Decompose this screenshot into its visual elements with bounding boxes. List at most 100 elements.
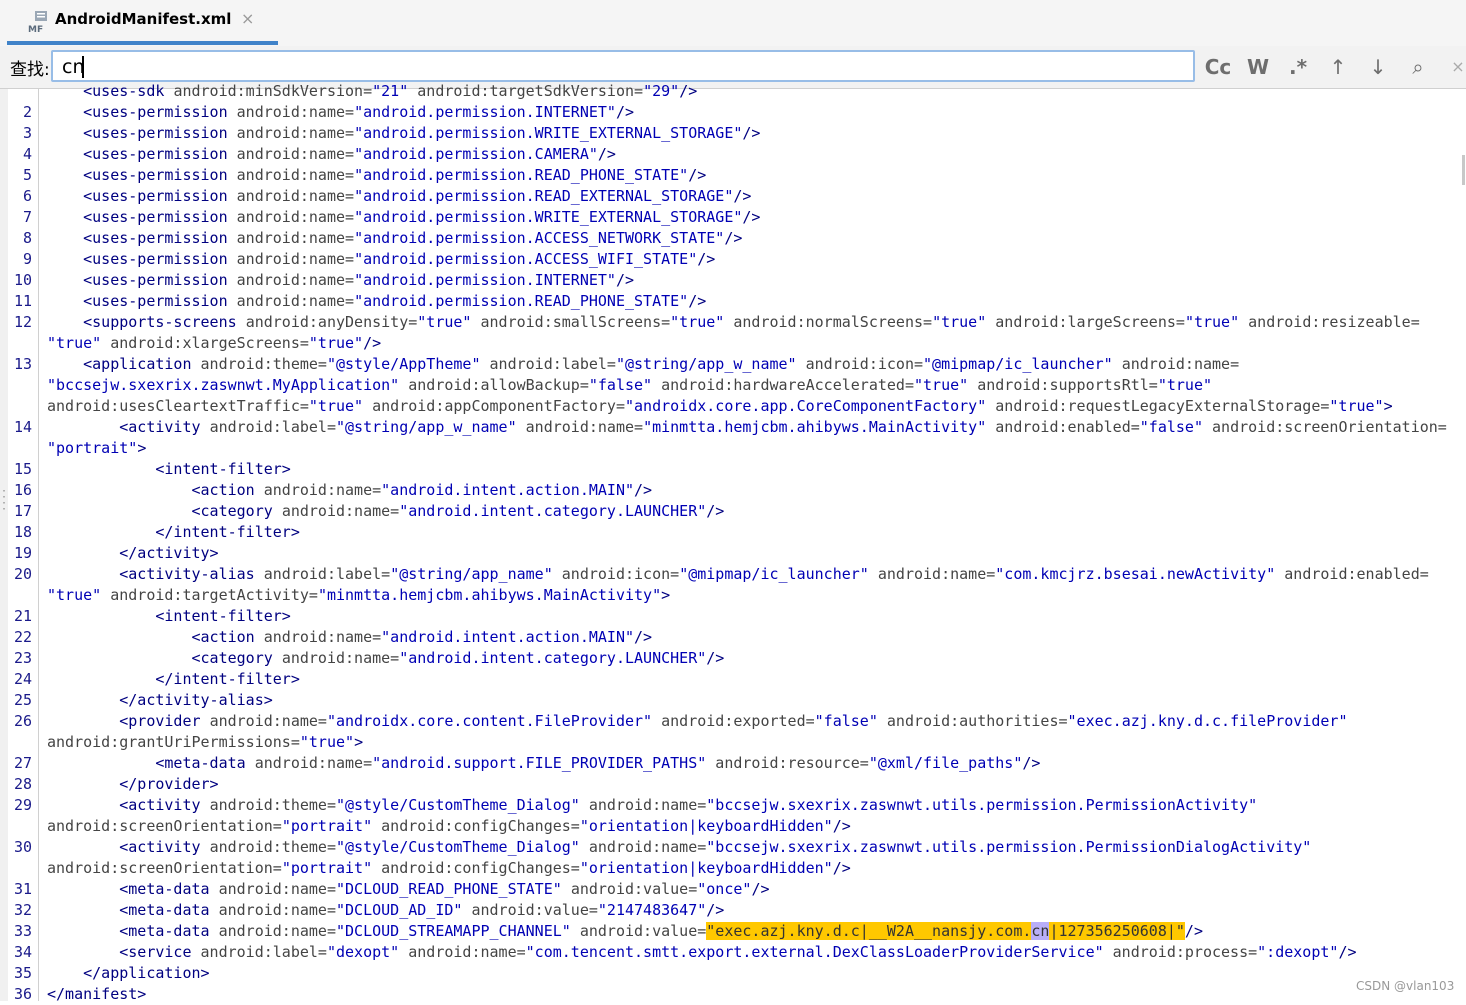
code-token: android:largeScreens= — [995, 313, 1185, 331]
code-token: android:name= — [588, 838, 707, 856]
code-token: </manifest> — [47, 985, 147, 1003]
code-token: <activity — [47, 838, 210, 856]
code-token: </activity> — [47, 544, 219, 562]
code-token: <meta-data — [47, 901, 219, 919]
code-token: android:resizeable= — [1248, 313, 1420, 331]
code-token: "true" — [308, 397, 373, 415]
code-editor[interactable]: · · · · <uses-sdk android:minSdkVersion="21… — [0, 82, 1466, 1003]
code-line: <application android:theme="@style/AppTh… — [47, 354, 1239, 375]
code-token: "true" — [932, 313, 996, 331]
regex-button[interactable]: .* — [1284, 54, 1312, 80]
code-token: "true" — [47, 586, 111, 604]
code-token: <uses-permission — [47, 124, 237, 142]
code-token: <meta-data — [47, 754, 255, 772]
drag-handle-icon[interactable]: · · · · — [1, 487, 7, 515]
code-token: <uses-sdk — [47, 82, 174, 100]
code-token: "android.intent.action.MAIN" — [381, 481, 635, 499]
line-number: 8 — [22, 229, 32, 247]
code-line: <action android:name="android.intent.act… — [47, 627, 652, 648]
code-token: "@mipmap/ic_launcher" — [923, 355, 1122, 373]
code-token: "android.permission.READ_PHONE_STATE" — [354, 166, 689, 184]
code-token: <uses-permission — [47, 166, 237, 184]
code-token: android:name= — [236, 292, 355, 310]
code-token: android:name= — [281, 649, 400, 667]
code-token: "android.permission.READ_EXTERNAL_STORAG… — [354, 187, 734, 205]
code-token: /> — [1338, 943, 1357, 961]
code-line: </activity> — [47, 543, 219, 564]
code-token: "portrait" — [281, 859, 382, 877]
code-token: android:name= — [236, 145, 355, 163]
match-case-button[interactable]: Cc — [1204, 54, 1232, 80]
code-token: "minmtta.hemjcbm.ahibyws.MainActivity" — [317, 586, 662, 604]
code-token: android:minSdkVersion= — [173, 82, 373, 100]
code-token: "android.support.FILE_PROVIDER_PATHS" — [372, 754, 716, 772]
code-token: android:value= — [570, 880, 698, 898]
line-number: 34 — [13, 943, 32, 961]
find-all-icon[interactable]: ⌕ — [1404, 54, 1432, 80]
code-token: /> — [634, 628, 653, 646]
code-token: <uses-permission — [47, 187, 237, 205]
code-token: android:label= — [263, 565, 391, 583]
code-token: "false" — [1139, 418, 1213, 436]
search-match-highlight: "exec.azj.kny.d.c|__W2A__nansjy.com. — [706, 922, 1032, 940]
next-match-button[interactable]: ↓ — [1364, 54, 1392, 80]
line-number: 35 — [13, 964, 32, 982]
code-token: android:screenOrientation= — [47, 817, 282, 835]
code-token: "true" — [47, 334, 111, 352]
code-token: "true" — [1157, 376, 1213, 394]
whole-words-button[interactable]: W — [1244, 54, 1272, 80]
code-token: <uses-permission — [47, 271, 237, 289]
code-token: <meta-data — [47, 922, 219, 940]
code-token: android:label= — [209, 418, 336, 436]
code-token: "@string/app_name" — [390, 565, 562, 583]
line-number: 19 — [13, 544, 32, 562]
code-token: android:enabled= — [995, 418, 1140, 436]
line-number: 20 — [13, 565, 32, 583]
tab-androidmanifest[interactable]: MF AndroidManifest.xml × — [7, 0, 277, 46]
code-line: <uses-permission android:name="android.p… — [47, 291, 706, 312]
code-line: "true" android:xlargeScreens="true"/> — [47, 333, 381, 354]
code-token: <action — [47, 628, 264, 646]
code-token: "android.permission.CAMERA" — [354, 145, 598, 163]
line-number: 3 — [22, 124, 32, 142]
line-number: 23 — [13, 649, 32, 667]
code-line: <category android:name="android.intent.c… — [47, 501, 724, 522]
code-line: <uses-permission android:name="android.p… — [47, 228, 742, 249]
code-token: "android.permission.READ_PHONE_STATE" — [354, 292, 689, 310]
code-token: android:screenOrientation= — [1212, 418, 1447, 436]
code-token: <activity — [47, 418, 210, 436]
code-token: "true" — [417, 313, 481, 331]
editor-tab-bar: MF AndroidManifest.xml × — [0, 0, 1466, 47]
code-token: </provider> — [47, 775, 219, 793]
code-token: "android.intent.category.LAUNCHER" — [399, 502, 707, 520]
code-token: "true" — [308, 334, 364, 352]
line-number: 12 — [13, 313, 32, 331]
code-token: android:value= — [579, 922, 707, 940]
code-token: android:name= — [218, 880, 336, 898]
code-token: android:enabled= — [1284, 565, 1429, 583]
line-number: 15 — [13, 460, 32, 478]
line-number: 31 — [13, 880, 32, 898]
find-input[interactable]: cn — [51, 50, 1195, 82]
scrollbar-thumb[interactable] — [1462, 155, 1465, 185]
code-token: "once" — [697, 880, 752, 898]
previous-match-button[interactable]: ↑ — [1324, 54, 1352, 80]
code-token: </application> — [47, 964, 210, 982]
code-token: android:targetSdkVersion= — [417, 82, 644, 100]
code-token: /> — [742, 208, 761, 226]
close-tab-icon[interactable]: × — [241, 9, 254, 28]
code-line: android:grantUriPermissions="true"> — [47, 732, 363, 753]
code-token: "true" — [670, 313, 734, 331]
code-token: android:name= — [236, 187, 355, 205]
code-token: "minmtta.hemjcbm.ahibyws.MainActivity" — [643, 418, 996, 436]
code-line: <uses-permission android:name="android.p… — [47, 102, 634, 123]
code-line: <uses-permission android:name="android.p… — [47, 165, 706, 186]
line-number: 7 — [22, 208, 32, 226]
code-token: android:name= — [236, 103, 355, 121]
code-line: "bccsejw.sxexrix.zaswnwt.MyApplication" … — [47, 375, 1212, 396]
code-token: > — [354, 733, 364, 751]
code-token: android:screenOrientation= — [47, 859, 282, 877]
code-line: <meta-data android:name="DCLOUD_STREAMAP… — [47, 921, 1203, 942]
close-find-icon[interactable]: × — [1444, 54, 1466, 80]
code-token: <uses-permission — [47, 208, 237, 226]
